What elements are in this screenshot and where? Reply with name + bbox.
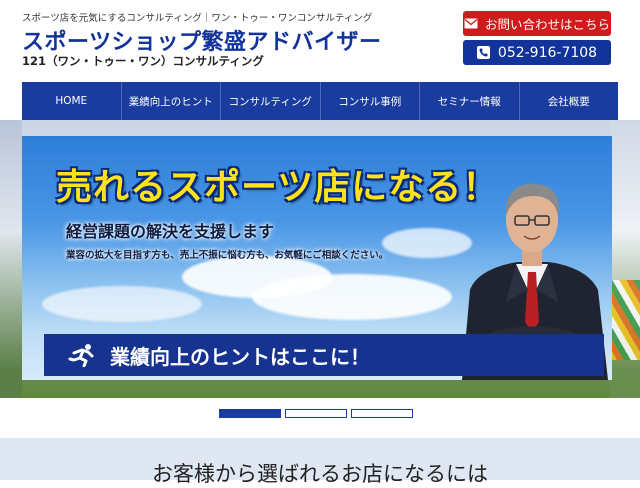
nav-item-company[interactable]: 会社概要 bbox=[520, 82, 619, 120]
contact-button[interactable]: お問い合わせはこちら bbox=[463, 11, 611, 36]
site-tagline: スポーツ店を元気にするコンサルティング｜ワン・トゥー・ワンコンサルティング bbox=[22, 13, 373, 24]
slider-pagination bbox=[0, 398, 640, 438]
nav-bar: HOME 業績向上のヒント コンサルティング コンサル事例 セミナー情報 会社概… bbox=[22, 82, 618, 120]
nav-item-hints[interactable]: 業績向上のヒント bbox=[122, 82, 221, 120]
cloud-decoration bbox=[42, 286, 202, 322]
hero-slider: 売れるスポーツ店になる！ 経営課題の解決を支援します 業容の拡大を目指す方も、売… bbox=[0, 120, 640, 398]
nav-item-consulting[interactable]: コンサルティング bbox=[221, 82, 321, 120]
phone-button[interactable]: 052-916-7108 bbox=[463, 40, 611, 65]
hint-banner-text: 業績向上のヒントはここに！ bbox=[110, 344, 370, 369]
slider-dot-1[interactable] bbox=[219, 409, 281, 418]
phone-number: 052-916-7108 bbox=[497, 44, 598, 61]
hero-subheading: 経営課題の解決を支援します bbox=[66, 222, 275, 241]
phone-icon bbox=[476, 46, 490, 59]
nav-item-cases[interactable]: コンサル事例 bbox=[321, 82, 420, 120]
cloud-decoration bbox=[252, 274, 452, 320]
runner-icon bbox=[68, 343, 96, 367]
stadium-background-left bbox=[0, 120, 22, 398]
slider-dot-2[interactable] bbox=[285, 409, 347, 418]
nav-item-seminar[interactable]: セミナー情報 bbox=[420, 82, 520, 120]
main-nav: HOME 業績向上のヒント コンサルティング コンサル事例 セミナー情報 会社概… bbox=[0, 82, 640, 120]
hint-banner[interactable]: 業績向上のヒントはここに！ bbox=[44, 334, 604, 376]
contact-button-label: お問い合わせはこちら bbox=[484, 17, 610, 32]
section-title: お客様から選ばれるお店になるには bbox=[152, 462, 488, 486]
site-title[interactable]: スポーツショップ繁盛アドバイザー bbox=[22, 24, 382, 56]
hero-description: 業容の拡大を目指す方も、売上不振に悩む方も、お気軽にご相談ください。 bbox=[66, 250, 389, 261]
nav-item-home[interactable]: HOME bbox=[22, 82, 122, 120]
stadium-seats-decoration bbox=[610, 280, 640, 360]
hero-banner[interactable]: 売れるスポーツ店になる！ 経営課題の解決を支援します 業容の拡大を目指す方も、売… bbox=[22, 136, 612, 380]
slider-dot-3[interactable] bbox=[351, 409, 413, 418]
envelope-icon bbox=[464, 18, 478, 29]
hero-headline: 売れるスポーツ店になる！ bbox=[56, 167, 500, 208]
site-subtitle: 121（ワン・トゥー・ワン）コンサルティング bbox=[22, 54, 264, 68]
site-header: スポーツ店を元気にするコンサルティング｜ワン・トゥー・ワンコンサルティング スポ… bbox=[0, 0, 640, 82]
intro-section: お客様から選ばれるお店になるには bbox=[0, 438, 640, 486]
